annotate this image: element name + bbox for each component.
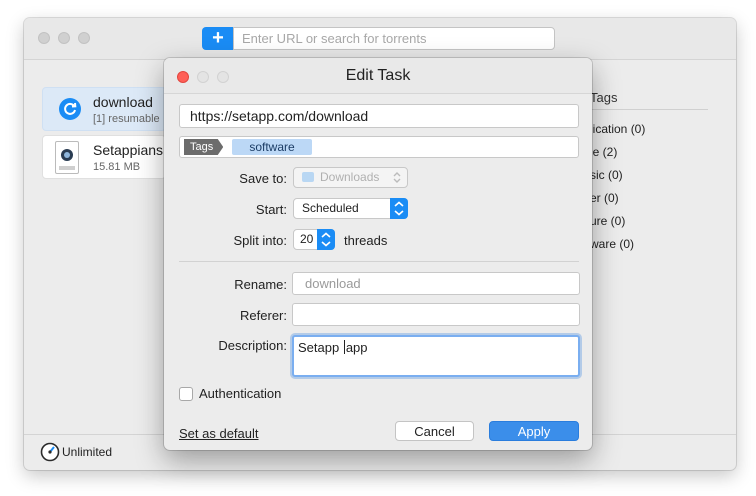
divider <box>179 261 579 262</box>
quicktime-file-icon <box>55 141 79 174</box>
apply-button[interactable]: Apply <box>489 421 579 441</box>
chevron-updown-icon <box>393 172 401 183</box>
tags-field[interactable]: Tags software <box>179 136 579 158</box>
zoom-button[interactable] <box>78 32 90 44</box>
threads-label: threads <box>344 233 388 248</box>
tags-header: Tags <box>590 90 708 110</box>
set-as-default-button[interactable]: Set as default <box>179 426 259 441</box>
url-field[interactable]: https://setapp.com/download <box>179 104 579 128</box>
refresh-icon <box>59 98 81 120</box>
download-title: Setappians <box>93 142 164 158</box>
download-size: 15.81 MB <box>93 161 141 173</box>
referer-label: Referer: <box>240 308 287 323</box>
url-search-input[interactable]: Enter URL or search for torrents <box>233 27 555 50</box>
stepper-arrows-icon[interactable] <box>317 229 335 250</box>
description-label: Description: <box>218 338 287 353</box>
start-value: Scheduled <box>302 201 359 215</box>
chevron-updown-icon <box>390 198 408 219</box>
tag-row[interactable]: lication (0) <box>590 118 708 141</box>
edit-task-dialog: Edit Task https://setapp.com/download Ta… <box>164 58 592 450</box>
split-stepper[interactable]: 20 <box>293 229 335 250</box>
download-status: [1] resumable <box>93 113 160 125</box>
referer-input[interactable] <box>292 303 580 326</box>
url-search-placeholder: Enter URL or search for torrents <box>242 31 427 46</box>
save-to-label: Save to: <box>239 171 287 186</box>
description-textarea[interactable]: Setapp app <box>292 335 580 377</box>
dialog-titlebar: Edit Task <box>164 58 592 94</box>
tag-row[interactable]: ware (0) <box>590 233 708 256</box>
tag-row[interactable]: ie (2) <box>590 141 708 164</box>
authentication-checkbox[interactable] <box>179 387 193 401</box>
tag-row[interactable]: er (0) <box>590 187 708 210</box>
download-item-setappians[interactable]: Setappians 15.81 MB <box>42 135 166 179</box>
rename-label: Rename: <box>234 277 287 292</box>
start-select[interactable]: Scheduled <box>293 198 408 219</box>
split-label: Split into: <box>233 233 287 248</box>
save-to-select: Downloads <box>293 167 408 188</box>
cancel-button[interactable]: Cancel <box>395 421 474 441</box>
main-titlebar: + Enter URL or search for torrents <box>24 18 736 60</box>
plus-icon: + <box>212 27 224 49</box>
dialog-title: Edit Task <box>345 67 411 84</box>
tag-row[interactable]: ure (0) <box>590 210 708 233</box>
minimize-button[interactable] <box>58 32 70 44</box>
authentication-label[interactable]: Authentication <box>199 386 281 401</box>
tags-label: Tags <box>184 139 224 155</box>
folder-icon <box>302 172 314 182</box>
rename-input[interactable]: download <box>292 272 580 295</box>
rename-placeholder: download <box>305 276 361 291</box>
tags-panel: Tags lication (0) ie (2) sic (0) er (0) … <box>590 90 708 256</box>
speed-limit-label[interactable]: Unlimited <box>62 445 112 459</box>
start-label: Start: <box>255 202 287 217</box>
tag-chip-software[interactable]: software <box>232 139 312 155</box>
download-item-download[interactable]: download [1] resumable <box>42 87 166 131</box>
text-caret <box>343 340 345 354</box>
split-value: 20 <box>300 232 314 246</box>
tag-row[interactable]: sic (0) <box>590 164 708 187</box>
speedometer-icon[interactable] <box>40 442 60 462</box>
save-to-value: Downloads <box>320 170 380 184</box>
download-title: download <box>93 94 153 110</box>
close-button[interactable] <box>38 32 50 44</box>
add-download-button[interactable]: + <box>202 27 234 50</box>
description-text-before: Setapp <box>298 340 343 355</box>
description-text-after: app <box>345 340 368 355</box>
